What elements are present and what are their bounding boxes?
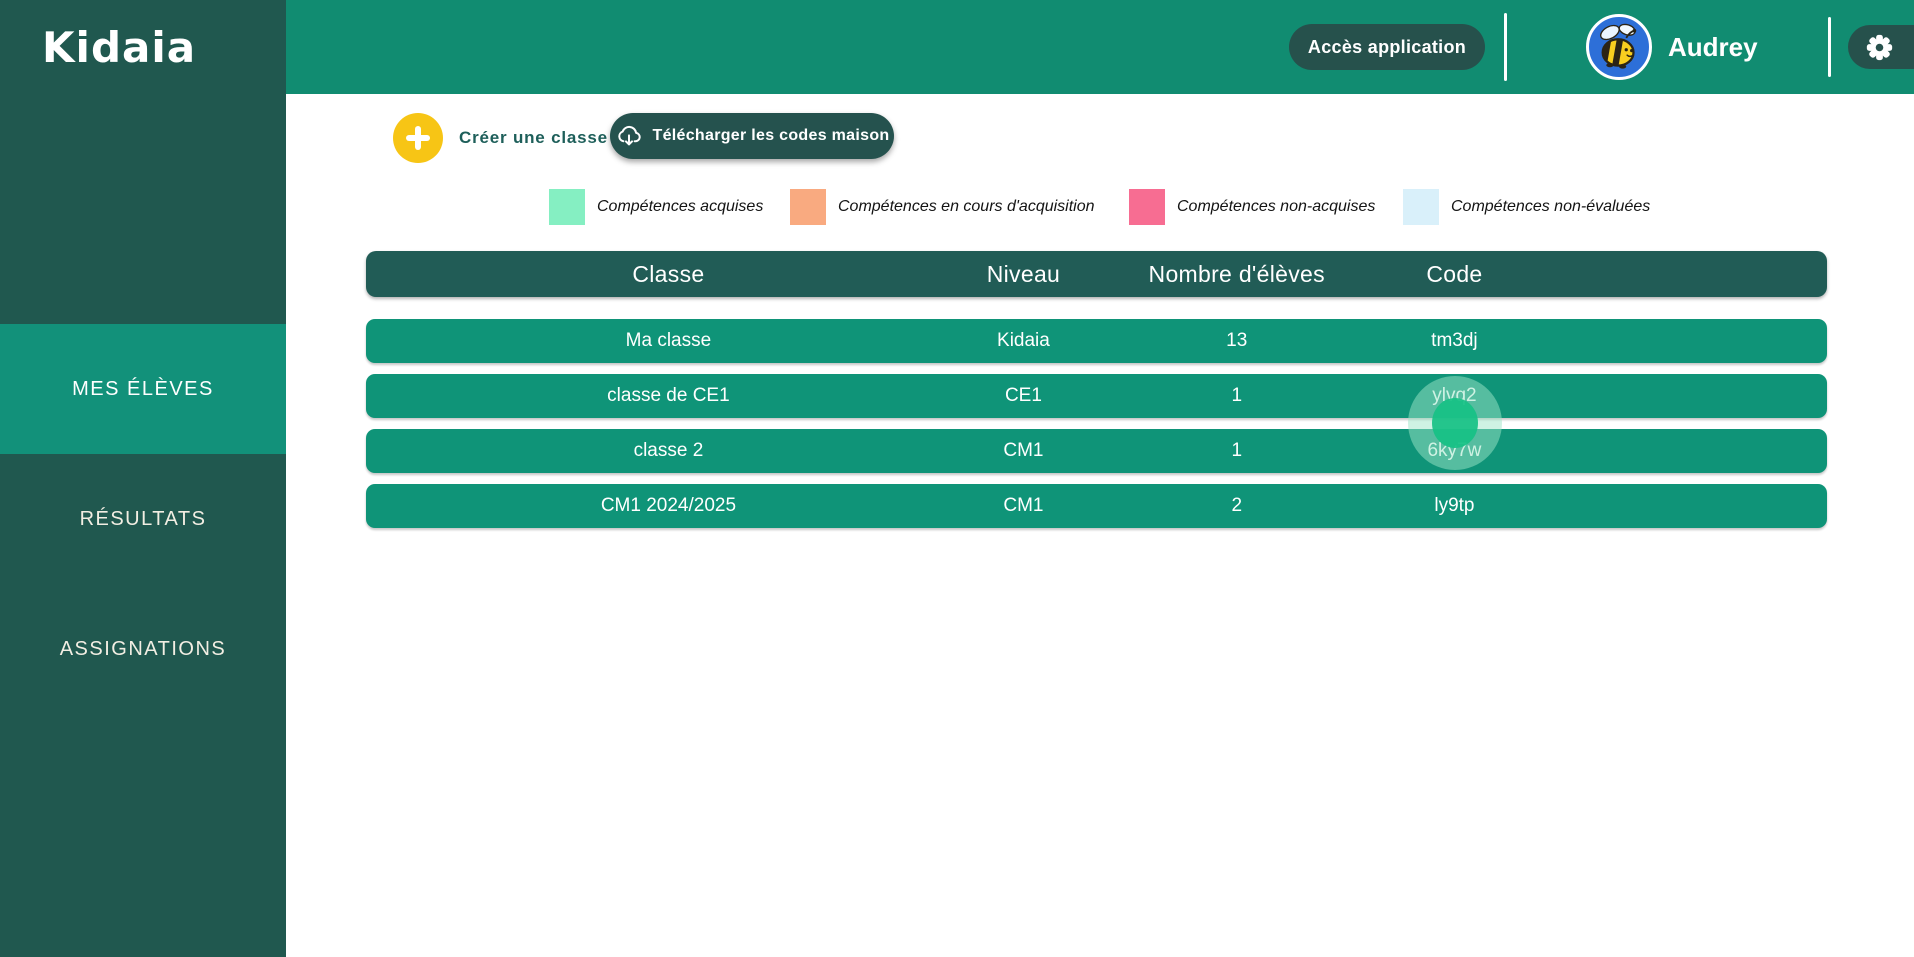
sidebar-item[interactable]: ASSIGNATIONS	[0, 584, 286, 714]
cell-code: ylvq2	[1397, 385, 1511, 407]
sidebar-item-label: RÉSULTATS	[80, 508, 207, 531]
cell-niveau: Kidaia	[971, 330, 1076, 352]
cell-nombre-eleves: 1	[1076, 385, 1397, 407]
cell-classe: Ma classe	[366, 330, 971, 352]
cell-nombre-eleves: 1	[1076, 440, 1397, 462]
table-row[interactable]: CM1 2024/2025 CM1 2 ly9tp	[366, 484, 1827, 528]
sidebar-item-label: ASSIGNATIONS	[60, 638, 227, 661]
user-name: Audrey	[1668, 32, 1758, 63]
cell-code: tm3dj	[1397, 330, 1511, 352]
cell-niveau: CE1	[971, 385, 1076, 407]
table-header-row: ClasseNiveauNombre d'élèvesCode	[366, 251, 1827, 297]
plus-icon	[393, 113, 443, 163]
column-header: Classe	[366, 261, 971, 288]
column-header: Niveau	[971, 261, 1076, 288]
bee-illustration	[1590, 18, 1648, 76]
classes-table: ClasseNiveauNombre d'élèvesCode Ma class…	[366, 251, 1827, 528]
table-row[interactable]: classe 2 CM1 1 6ky7w	[366, 429, 1827, 473]
create-class-label: Créer une classe	[459, 128, 608, 148]
topbar: Accès application Audrey	[286, 0, 1914, 94]
legend-item: Compétences non-évaluées	[1403, 189, 1650, 225]
column-header: Nombre d'élèves	[1076, 261, 1397, 288]
logo-area: Kidaia	[0, 0, 286, 94]
cell-classe: classe 2	[366, 440, 971, 462]
sidebar: Kidaia MES ÉLÈVES RÉSULTATS ASSIGNATIONS	[0, 0, 286, 957]
download-home-codes-label: Télécharger les codes maison	[653, 127, 890, 145]
profile-button[interactable]: Audrey	[1586, 14, 1758, 80]
cell-classe: classe de CE1	[366, 385, 971, 407]
cell-classe: CM1 2024/2025	[366, 495, 971, 517]
cell-code: ly9tp	[1397, 495, 1511, 517]
sidebar-item-label: MES ÉLÈVES	[72, 378, 214, 401]
cell-niveau: CM1	[971, 495, 1076, 517]
cell-nombre-eleves: 13	[1076, 330, 1397, 352]
sidebar-item[interactable]: MES ÉLÈVES	[0, 324, 286, 454]
legend-label: Compétences en cours d'acquisition	[838, 198, 1095, 216]
table-row[interactable]: classe de CE1 CE1 1 ylvq2	[366, 374, 1827, 418]
legend-color-swatch	[549, 189, 585, 225]
legend-color-swatch	[790, 189, 826, 225]
main-content: Créer une classe Télécharger les codes m…	[286, 94, 1914, 957]
legend-item: Compétences en cours d'acquisition	[790, 189, 1095, 225]
legend-label: Compétences acquises	[597, 198, 763, 216]
legend-label: Compétences non-évaluées	[1451, 198, 1650, 216]
competency-legend: Compétences acquises Compétences en cour…	[286, 189, 1914, 226]
sidebar-item[interactable]: RÉSULTATS	[0, 454, 286, 584]
table-row[interactable]: Ma classe Kidaia 13 tm3dj	[366, 319, 1827, 363]
legend-label: Compétences non-acquises	[1177, 198, 1375, 216]
cell-code: 6ky7w	[1397, 440, 1511, 462]
sidebar-nav: MES ÉLÈVES RÉSULTATS ASSIGNATIONS	[0, 324, 286, 714]
create-class-button[interactable]: Créer une classe	[393, 113, 608, 163]
kidaia-logo: Kidaia	[42, 23, 196, 72]
topbar-divider	[1828, 17, 1831, 77]
gear-icon	[1866, 34, 1893, 61]
cell-nombre-eleves: 2	[1076, 495, 1397, 517]
access-application-button[interactable]: Accès application	[1289, 24, 1485, 70]
legend-item: Compétences acquises	[549, 189, 763, 225]
column-header: Code	[1397, 261, 1511, 288]
cloud-download-icon	[615, 124, 643, 148]
cell-niveau: CM1	[971, 440, 1076, 462]
legend-color-swatch	[1129, 189, 1165, 225]
topbar-divider	[1504, 13, 1507, 81]
legend-item: Compétences non-acquises	[1129, 189, 1375, 225]
settings-button[interactable]	[1848, 25, 1914, 69]
download-home-codes-button[interactable]: Télécharger les codes maison	[610, 113, 894, 159]
legend-color-swatch	[1403, 189, 1439, 225]
table-body: Ma classe Kidaia 13 tm3dj classe de CE1 …	[366, 319, 1827, 528]
bee-avatar	[1586, 14, 1652, 80]
